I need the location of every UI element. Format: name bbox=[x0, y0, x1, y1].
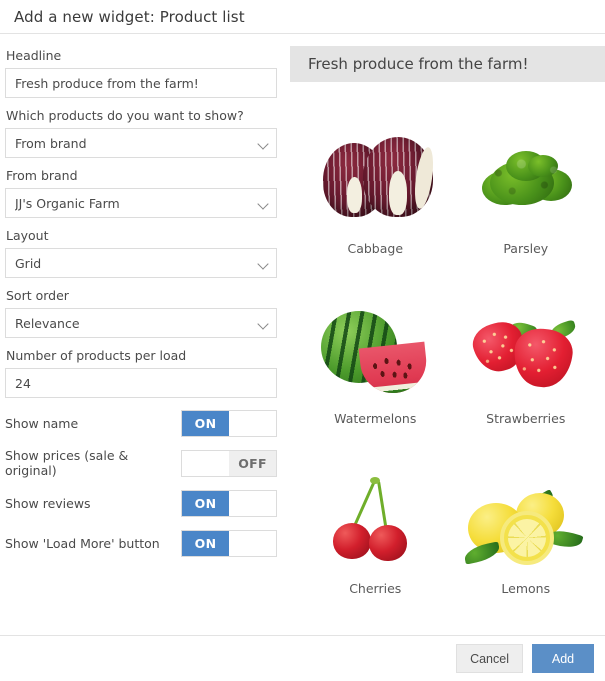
headline-input[interactable]: Fresh produce from the farm! bbox=[5, 68, 277, 98]
chevron-down-icon bbox=[257, 317, 270, 330]
product-card[interactable]: Parsley bbox=[451, 96, 602, 256]
product-name: Lemons bbox=[501, 581, 551, 596]
toggle-off-label: OFF bbox=[229, 450, 276, 476]
dialog-titlebar: Add a new widget: Product list bbox=[0, 0, 605, 34]
product-card[interactable]: Lemons bbox=[451, 436, 602, 596]
parsley-image bbox=[458, 123, 594, 235]
lemons-image bbox=[458, 463, 594, 575]
field-sort-order: Sort order Relevance bbox=[5, 288, 277, 338]
layout-label: Layout bbox=[6, 228, 49, 243]
which-products-value: From brand bbox=[15, 135, 87, 151]
field-products-per-load: Number of products per load 24 bbox=[5, 348, 277, 398]
sort-order-value: Relevance bbox=[15, 315, 80, 331]
products-per-load-label: Number of products per load bbox=[6, 348, 187, 363]
dialog-title: Add a new widget: Product list bbox=[14, 7, 245, 26]
dialog-body: Headline Fresh produce from the farm! Wh… bbox=[0, 34, 605, 635]
show-name-label: Show name bbox=[5, 415, 79, 431]
product-name: Parsley bbox=[503, 241, 549, 256]
toggle-row-show-name: Show name ON bbox=[5, 408, 277, 438]
which-products-label: Which products do you want to show? bbox=[6, 108, 244, 123]
add-widget-dialog: Add a new widget: Product list Headline … bbox=[0, 0, 605, 681]
cherries-image bbox=[307, 463, 443, 575]
product-name: Cabbage bbox=[347, 241, 404, 256]
toggle-track-right bbox=[229, 410, 276, 436]
toggle-track-right bbox=[229, 530, 276, 556]
dialog-footer: Cancel Add bbox=[0, 635, 605, 681]
toggle-track-right bbox=[229, 490, 276, 516]
chevron-down-icon bbox=[257, 197, 270, 210]
product-name: Watermelons bbox=[334, 411, 417, 426]
show-reviews-label: Show reviews bbox=[5, 495, 91, 511]
product-card[interactable]: Cabbage bbox=[300, 96, 451, 256]
product-card[interactable]: Cherries bbox=[300, 436, 451, 596]
product-card[interactable]: Watermelons bbox=[300, 266, 451, 426]
preview-header: Fresh produce from the farm! bbox=[290, 46, 605, 82]
field-from-brand: From brand JJ's Organic Farm bbox=[5, 168, 277, 218]
sort-order-select[interactable]: Relevance bbox=[5, 308, 277, 338]
strawberries-image bbox=[458, 293, 594, 405]
products-per-load-value: 24 bbox=[15, 375, 31, 391]
show-reviews-toggle[interactable]: ON bbox=[181, 489, 277, 517]
show-name-toggle[interactable]: ON bbox=[181, 409, 277, 437]
product-name: Cherries bbox=[349, 581, 402, 596]
toggle-on-label: ON bbox=[182, 410, 229, 436]
toggle-row-show-load-more: Show 'Load More' button ON bbox=[5, 528, 277, 558]
toggle-on-label: ON bbox=[182, 490, 229, 516]
products-per-load-input[interactable]: 24 bbox=[5, 368, 277, 398]
preview-headline-text: Fresh produce from the farm! bbox=[308, 55, 529, 73]
from-brand-label: From brand bbox=[6, 168, 78, 183]
from-brand-select[interactable]: JJ's Organic Farm bbox=[5, 188, 277, 218]
chevron-down-icon bbox=[257, 257, 270, 270]
settings-form: Headline Fresh produce from the farm! Wh… bbox=[0, 34, 290, 635]
headline-value: Fresh produce from the farm! bbox=[15, 75, 199, 91]
add-button[interactable]: Add bbox=[532, 644, 594, 673]
toggle-row-show-reviews: Show reviews ON bbox=[5, 488, 277, 518]
product-grid: Cabbage Parsley Watermelons Strawberries… bbox=[290, 82, 605, 596]
chevron-down-icon bbox=[257, 137, 270, 150]
watermelons-image bbox=[307, 293, 443, 405]
field-which-products: Which products do you want to show? From… bbox=[5, 108, 277, 158]
widget-preview: Fresh produce from the farm! Cabbage Par… bbox=[290, 34, 605, 635]
field-layout: Layout Grid bbox=[5, 228, 277, 278]
from-brand-value: JJ's Organic Farm bbox=[15, 195, 120, 211]
product-name: Strawberries bbox=[486, 411, 566, 426]
toggle-on-label: ON bbox=[182, 530, 229, 556]
cabbage-image bbox=[307, 123, 443, 235]
headline-label: Headline bbox=[6, 48, 62, 63]
show-prices-toggle[interactable]: OFF bbox=[181, 449, 277, 477]
sort-order-label: Sort order bbox=[6, 288, 69, 303]
toggle-row-show-prices: Show prices (sale & original) OFF bbox=[5, 448, 277, 478]
field-headline: Headline Fresh produce from the farm! bbox=[5, 48, 277, 98]
toggle-track-left bbox=[182, 450, 229, 476]
cancel-button[interactable]: Cancel bbox=[456, 644, 523, 673]
layout-select[interactable]: Grid bbox=[5, 248, 277, 278]
layout-value: Grid bbox=[15, 255, 42, 271]
product-card[interactable]: Strawberries bbox=[451, 266, 602, 426]
show-load-more-label: Show 'Load More' button bbox=[5, 535, 160, 551]
which-products-select[interactable]: From brand bbox=[5, 128, 277, 158]
show-prices-label: Show prices (sale & original) bbox=[5, 448, 129, 478]
show-load-more-toggle[interactable]: ON bbox=[181, 529, 277, 557]
